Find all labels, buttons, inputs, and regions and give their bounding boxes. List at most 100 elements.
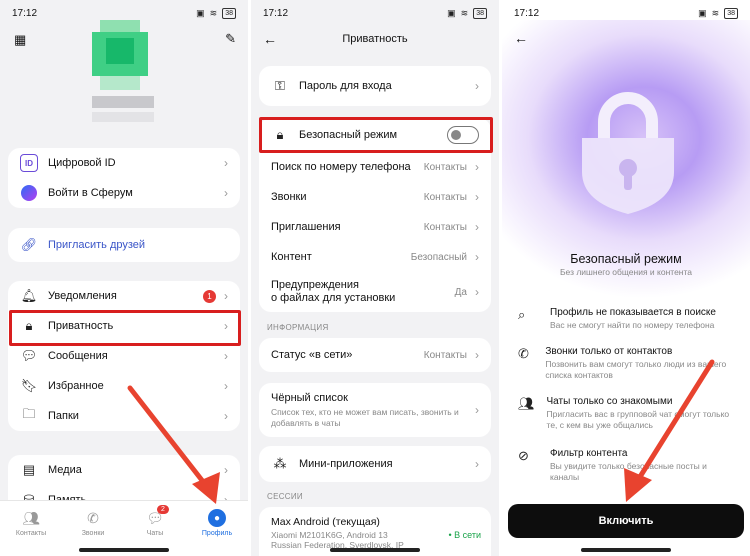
notification-badge: 1 [203, 289, 216, 303]
feature-content-filter: ⊘ Фильтр контента Вы увидите только безоп… [518, 448, 707, 482]
battery-icon: 38 [473, 7, 487, 19]
enable-button[interactable]: Включить [508, 504, 744, 538]
wifi-icon: ≋ [209, 7, 218, 18]
chevron-right-icon: › [224, 463, 228, 477]
back-arrow-icon[interactable]: ← [263, 31, 277, 47]
feature-calls: ✆ Звонки только от контактов Позвонить ва… [518, 346, 727, 380]
notification-icon: ▣ [698, 7, 707, 18]
key-icon: ⚿ [275, 78, 285, 93]
feature-search: ⌕ Профиль не показывается в поиске Вас не… [518, 307, 716, 330]
miniapps-row[interactable]: ⁂ Мини-приложения › [259, 446, 491, 482]
menu-notifications[interactable]: 🔔︎ Уведомления 1 › [8, 281, 240, 311]
message-icon: 💬︎ [20, 348, 38, 363]
status-time: 17:12 [263, 7, 289, 19]
menu-favorites[interactable]: 🔖︎ Избранное › [8, 371, 240, 401]
sferum-icon [20, 184, 38, 202]
media-icon: ▤ [22, 462, 36, 477]
chats-badge: 2 [157, 505, 169, 514]
session-title: Max Android (текущая) [271, 516, 380, 528]
people-icon: 👥︎ [518, 396, 535, 411]
wifi-icon: ≋ [460, 7, 469, 18]
online-status-row[interactable]: Статус «в сети» Контакты › [259, 338, 491, 372]
chevron-right-icon: › [475, 79, 479, 93]
chevron-right-icon: › [475, 285, 479, 299]
safe-mode-title: Безопасный режим [570, 252, 682, 266]
tab-profile[interactable]: ● Профиль [195, 509, 239, 556]
privacy-row[interactable]: Приглашения Контакты › [259, 212, 491, 242]
menu-digital-id[interactable]: ID Цифровой ID › [8, 148, 240, 178]
folder-icon: 🗀︎ [22, 406, 36, 421]
battery-icon: 38 [724, 7, 738, 19]
password-card: ⚿ Пароль для входа › [259, 66, 491, 106]
search-icon: ⌕ [518, 307, 526, 322]
home-indicator [330, 548, 420, 552]
menu-media[interactable]: ▤ Медиа › [8, 455, 240, 485]
chevron-right-icon: › [224, 379, 228, 393]
safe-mode-screen: 17:12 ▣ ≋ 38 ← Безопасный режим Без лишнег… [502, 0, 750, 556]
chevron-right-icon: › [224, 349, 228, 363]
bookmark-icon: 🔖︎ [20, 378, 38, 393]
status-time: 17:12 [514, 7, 540, 19]
settings-card: 🔔︎ Уведомления 1 › 🔒︎ Приватность › 💬︎ Сообщен… [8, 281, 240, 431]
edit-icon[interactable]: ✎ [225, 31, 236, 47]
chevron-right-icon: › [475, 403, 479, 417]
chevron-right-icon: › [224, 156, 228, 170]
qr-code-icon[interactable]: ▦ [14, 32, 26, 48]
blacklist-description: Список тех, кто не может вам писать, зво… [271, 407, 459, 428]
privacy-row[interactable]: Поиск по номеру телефона Контакты › [259, 152, 491, 182]
highlight-privacy [9, 310, 241, 346]
invite-friends-button[interactable]: 🔗︎ Пригласить друзей [8, 228, 240, 262]
page-title: Приватность [342, 33, 408, 45]
chevron-right-icon: › [224, 409, 228, 423]
blacklist-card[interactable]: Чёрный список Список тех, кто не может в… [259, 383, 491, 437]
privacy-row[interactable]: Контент Безопасный › [259, 242, 491, 272]
avatar [86, 16, 156, 90]
profile-name-blur [92, 96, 154, 108]
file-warnings-row[interactable]: Предупреждения о файлах для установки Да › [259, 272, 491, 312]
chevron-right-icon: › [475, 348, 479, 362]
chevron-right-icon: › [475, 190, 479, 204]
shield-lock-icon [582, 92, 674, 214]
sessions-caption: СЕССИИ [267, 492, 303, 501]
session-online-status: • В сети [448, 530, 481, 540]
online-status-card: Статус «в сети» Контакты › [259, 338, 491, 372]
highlight-safe-mode [259, 117, 493, 153]
safe-mode-subtitle: Без лишнего общения и контента [559, 267, 693, 277]
id-card: ID Цифровой ID › Войти в Сферум › [8, 148, 240, 208]
bell-icon: 🔔︎ [20, 288, 38, 303]
status-bar: 17:12 ▣ ≋ 38 [251, 0, 499, 26]
contacts-icon: 👥︎ [22, 509, 40, 526]
back-arrow-icon[interactable]: ← [514, 30, 528, 46]
eye-off-icon: ⊘ [518, 448, 529, 463]
notification-icon: ▣ [447, 7, 456, 18]
chevron-right-icon: › [475, 457, 479, 471]
chevron-right-icon: › [224, 289, 228, 303]
tab-contacts[interactable]: 👥︎ Контакты [9, 509, 53, 556]
status-bar: 17:12 ▣ ≋ 38 [502, 0, 750, 26]
info-caption: ИНФОРМАЦИЯ [267, 323, 329, 332]
apps-grid-icon: ⁂ [273, 456, 287, 471]
phone-icon: ✆ [87, 509, 99, 526]
blacklist-title: Чёрный список [271, 392, 348, 404]
id-icon: ID [20, 154, 38, 172]
battery-icon: 38 [222, 7, 236, 19]
chevron-right-icon: › [224, 186, 228, 200]
profile-phone-blur [92, 112, 154, 122]
menu-sferum[interactable]: Войти в Сферум › [8, 178, 240, 208]
privacy-screen: 17:12 ▣ ≋ 38 ← Приватность ⚿ Пароль для вхо… [251, 0, 499, 556]
profile-screen: 17:12 ▣ ≋ 38 ▦ ✎ ID Цифровой ID › Войти в Сф… [0, 0, 248, 556]
invite-card: 🔗︎ Пригласить друзей [8, 228, 240, 262]
privacy-header: ← Приватность [251, 26, 499, 52]
chevron-right-icon: › [475, 250, 479, 264]
miniapps-card: ⁂ Мини-приложения › [259, 446, 491, 482]
phone-icon: ✆ [518, 346, 529, 361]
status-time: 17:12 [12, 7, 38, 19]
privacy-row[interactable]: Звонки Контакты › [259, 182, 491, 212]
home-indicator [581, 548, 671, 552]
profile-icon: ● [208, 509, 226, 527]
chevron-right-icon: › [475, 220, 479, 234]
password-row[interactable]: ⚿ Пароль для входа › [259, 66, 491, 106]
menu-folders[interactable]: 🗀︎ Папки › [8, 401, 240, 431]
link-icon: 🔗︎ [20, 237, 38, 252]
wifi-icon: ≋ [711, 7, 720, 18]
